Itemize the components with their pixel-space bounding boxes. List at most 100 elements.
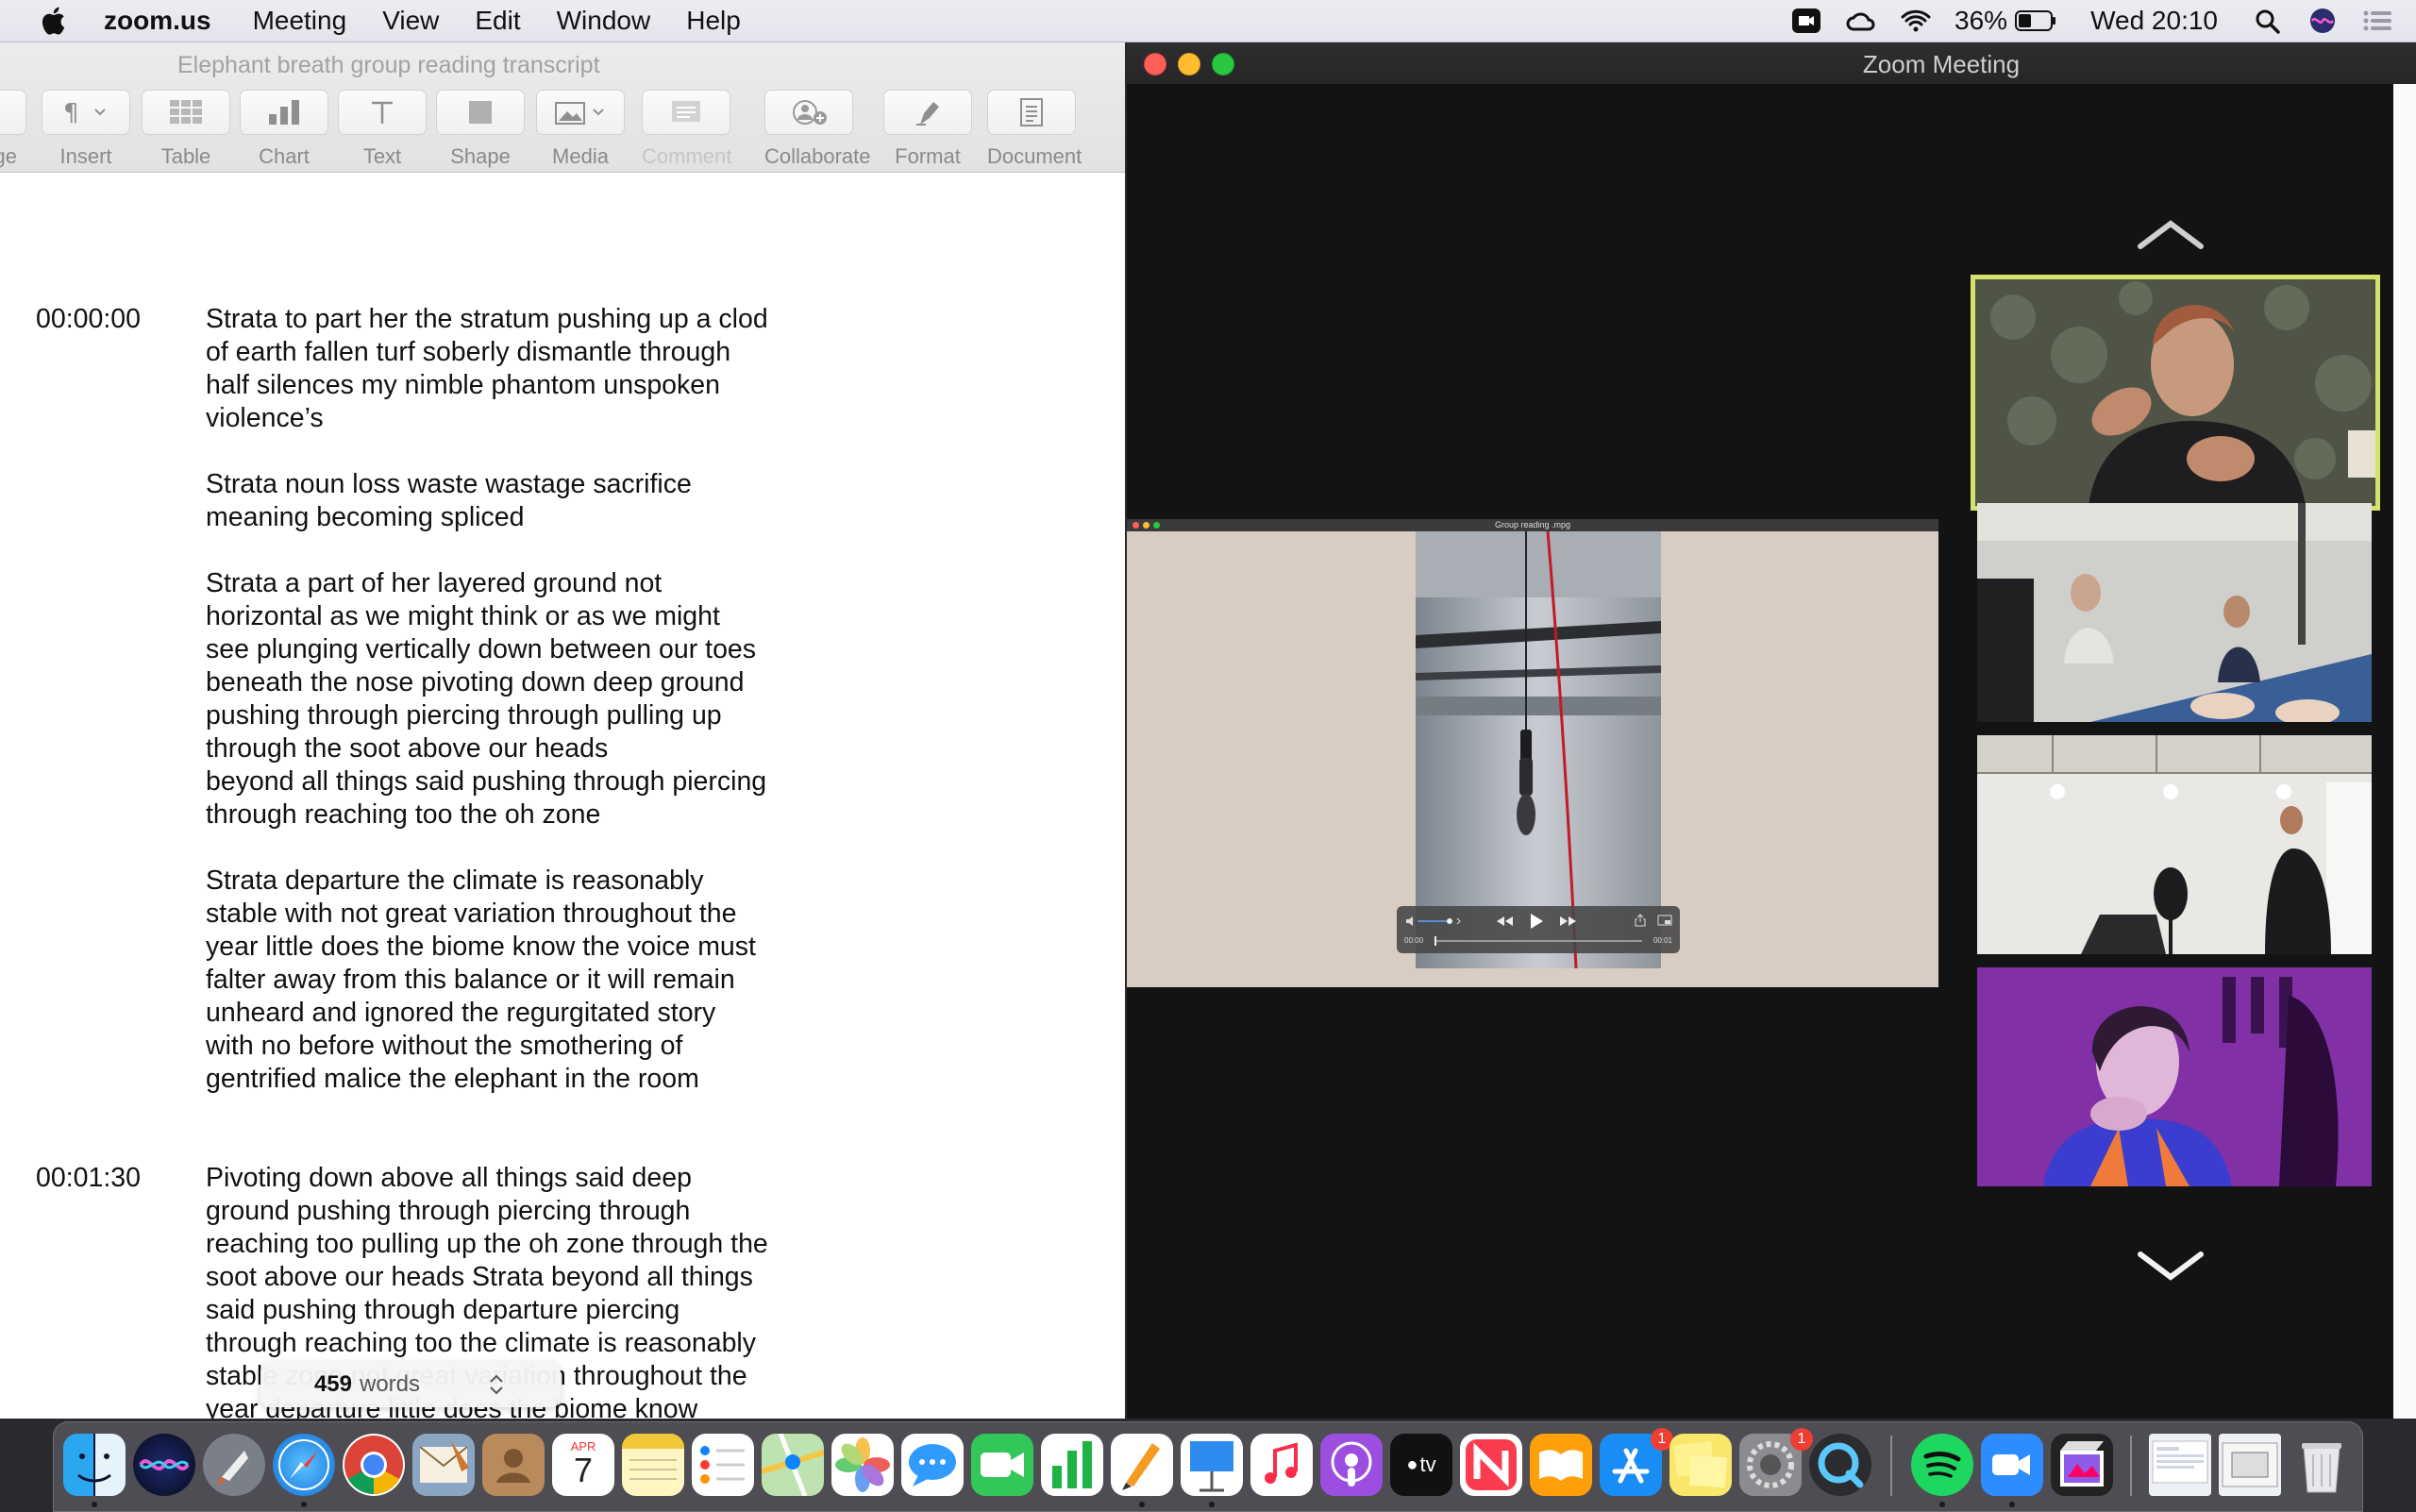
menu-window[interactable]: Window [557, 6, 651, 36]
dock-trash-icon[interactable] [2290, 1434, 2353, 1496]
rewind-icon[interactable] [1495, 915, 1514, 928]
menu-edit[interactable]: Edit [475, 6, 520, 36]
stepper-chevrons-icon[interactable] [486, 1371, 507, 1398]
dock-final-cut-pro-icon[interactable] [2051, 1434, 2113, 1496]
dock-recent-screenshot-icon[interactable] [2219, 1434, 2281, 1496]
dock-pages-icon[interactable] [1111, 1434, 1173, 1496]
dock-launchpad-icon[interactable] [203, 1434, 265, 1496]
toolbar-document-label: Document [987, 144, 1082, 168]
toolbar-table-button[interactable]: Table [142, 90, 230, 169]
dock-books-icon[interactable] [1530, 1434, 1592, 1496]
dock-news-icon[interactable] [1460, 1434, 1522, 1496]
toolbar-page-button[interactable]: ge [0, 90, 26, 169]
dock: APR 7 ● tv 1 1 [53, 1421, 2363, 1512]
chevron-down-icon[interactable] [2137, 1249, 2205, 1283]
dock-zoom-icon[interactable] [1981, 1434, 2043, 1496]
menubar-clock[interactable]: Wed 20:10 [2090, 6, 2218, 36]
battery-icon[interactable] [2015, 7, 2056, 35]
creative-cloud-icon[interactable] [1845, 7, 1877, 35]
collaborate-icon [793, 100, 827, 125]
dock-music-icon[interactable] [1250, 1434, 1313, 1496]
toolbar-format-button[interactable]: Format [883, 90, 972, 169]
participant-video[interactable] [1977, 967, 2372, 1186]
battery-percent: 36% [1955, 6, 2008, 35]
wifi-icon[interactable] [1900, 7, 1932, 35]
dock-reminders-icon[interactable] [692, 1434, 754, 1496]
dock-maps-icon[interactable] [762, 1434, 824, 1496]
dock-chrome-icon[interactable] [343, 1434, 405, 1496]
picture-in-picture-icon[interactable] [1657, 915, 1672, 926]
scrubber-playhead[interactable] [1434, 936, 1436, 946]
transcript-paragraph[interactable]: Strata departure the climate is reasonab… [206, 865, 866, 1096]
participant-video[interactable] [1977, 503, 2372, 722]
apple-logo-icon[interactable] [38, 4, 72, 38]
dock-photos-icon[interactable] [831, 1434, 894, 1496]
toolbar-shape-button[interactable]: Shape [436, 90, 525, 169]
menu-view[interactable]: View [382, 6, 439, 36]
share-icon[interactable] [1635, 914, 1646, 927]
tv-label: tv [1419, 1453, 1436, 1476]
toolbar-insert-label: Insert [59, 144, 112, 168]
menu-meeting[interactable]: Meeting [253, 6, 347, 36]
shape-icon [469, 101, 492, 124]
volume-icon[interactable] [1404, 914, 1470, 929]
format-brush-icon [916, 102, 939, 126]
running-indicator [2009, 1502, 2015, 1507]
dock-safari-icon[interactable] [273, 1434, 335, 1496]
spotlight-search-icon[interactable] [2252, 7, 2284, 35]
siri-icon[interactable] [2307, 7, 2339, 35]
dock-siri-icon[interactable] [133, 1434, 195, 1496]
dock-calendar-icon[interactable]: APR 7 [552, 1434, 614, 1496]
running-indicator [301, 1502, 307, 1507]
app-menu-zoom[interactable]: zoom.us [104, 6, 211, 36]
play-icon[interactable] [1529, 913, 1544, 930]
participant-video[interactable] [1977, 735, 2372, 954]
toolbar-insert-button[interactable]: ¶ Insert [42, 90, 130, 169]
document-body[interactable]: 00:00:00 Strata to part her the stratum … [0, 173, 1125, 1419]
svg-text:¶: ¶ [63, 99, 79, 126]
dock-recent-document-icon[interactable] [2149, 1434, 2211, 1496]
dock-mail-icon[interactable] [412, 1434, 475, 1496]
dock-stickies-icon[interactable] [1669, 1434, 1732, 1496]
menu-help[interactable]: Help [686, 6, 741, 36]
toolbar-text-label: Text [362, 144, 402, 168]
timestamp: 00:01:30 [36, 1163, 141, 1193]
transcript-paragraph[interactable]: Strata a part of her layered ground not … [206, 567, 866, 832]
menu-bar: zoom.us Meeting View Edit Window Help 36… [0, 0, 2416, 42]
toolbar-comment-button[interactable]: Comment [642, 90, 731, 169]
dock-quicktime-icon[interactable] [1809, 1434, 1871, 1496]
scrubber-track[interactable] [1434, 940, 1642, 942]
toolbar-document-button[interactable]: Document [987, 90, 1082, 169]
toolbar-media-button[interactable]: Media [536, 90, 625, 169]
dock-contacts-icon[interactable] [482, 1434, 545, 1496]
toolbar-text-button[interactable]: Text [338, 90, 427, 169]
dock-notes-icon[interactable] [622, 1434, 684, 1496]
dock-finder-icon[interactable] [63, 1434, 126, 1496]
running-indicator [92, 1502, 97, 1507]
word-count-popup[interactable]: 459 words [260, 1362, 561, 1407]
dock-messages-icon[interactable] [901, 1434, 964, 1496]
dock-spotify-icon[interactable] [1911, 1434, 1973, 1496]
dock-numbers-icon[interactable] [1041, 1434, 1103, 1496]
participant-video-active-speaker[interactable] [1971, 275, 2380, 511]
participant-video-image [1977, 503, 2372, 722]
video-player-controls[interactable]: 00:00 00:01 [1397, 906, 1680, 953]
toolbar-collaborate-button[interactable]: Collaborate [764, 90, 871, 169]
dock-facetime-icon[interactable] [971, 1434, 1033, 1496]
window-edge [2393, 84, 2416, 1419]
paragraph-icon: ¶ [63, 99, 106, 126]
dock-keynote-icon[interactable] [1181, 1434, 1243, 1496]
fast-forward-icon[interactable] [1559, 915, 1578, 928]
dock-podcasts-icon[interactable] [1320, 1434, 1383, 1496]
notification-center-icon[interactable] [2361, 7, 2393, 35]
pages-toolbar: Elephant breath group reading transcript… [0, 42, 1125, 173]
tv-apple-glyph: ● [1406, 1453, 1418, 1475]
chevron-up-icon[interactable] [2137, 218, 2205, 252]
transcript-paragraph[interactable]: Strata to part her the stratum pushing u… [206, 303, 866, 435]
dock-tv-icon[interactable]: ● tv [1390, 1434, 1452, 1496]
elapsed-time: 00:00 [1404, 936, 1424, 945]
toolbar-chart-button[interactable]: Chart [240, 90, 328, 169]
zoom-status-icon[interactable] [1790, 7, 1822, 35]
shared-screen[interactable]: Group reading .mpg 00:00 00:01 [1127, 519, 1938, 987]
transcript-paragraph[interactable]: Strata noun loss waste wastage sacrifice… [206, 468, 866, 534]
